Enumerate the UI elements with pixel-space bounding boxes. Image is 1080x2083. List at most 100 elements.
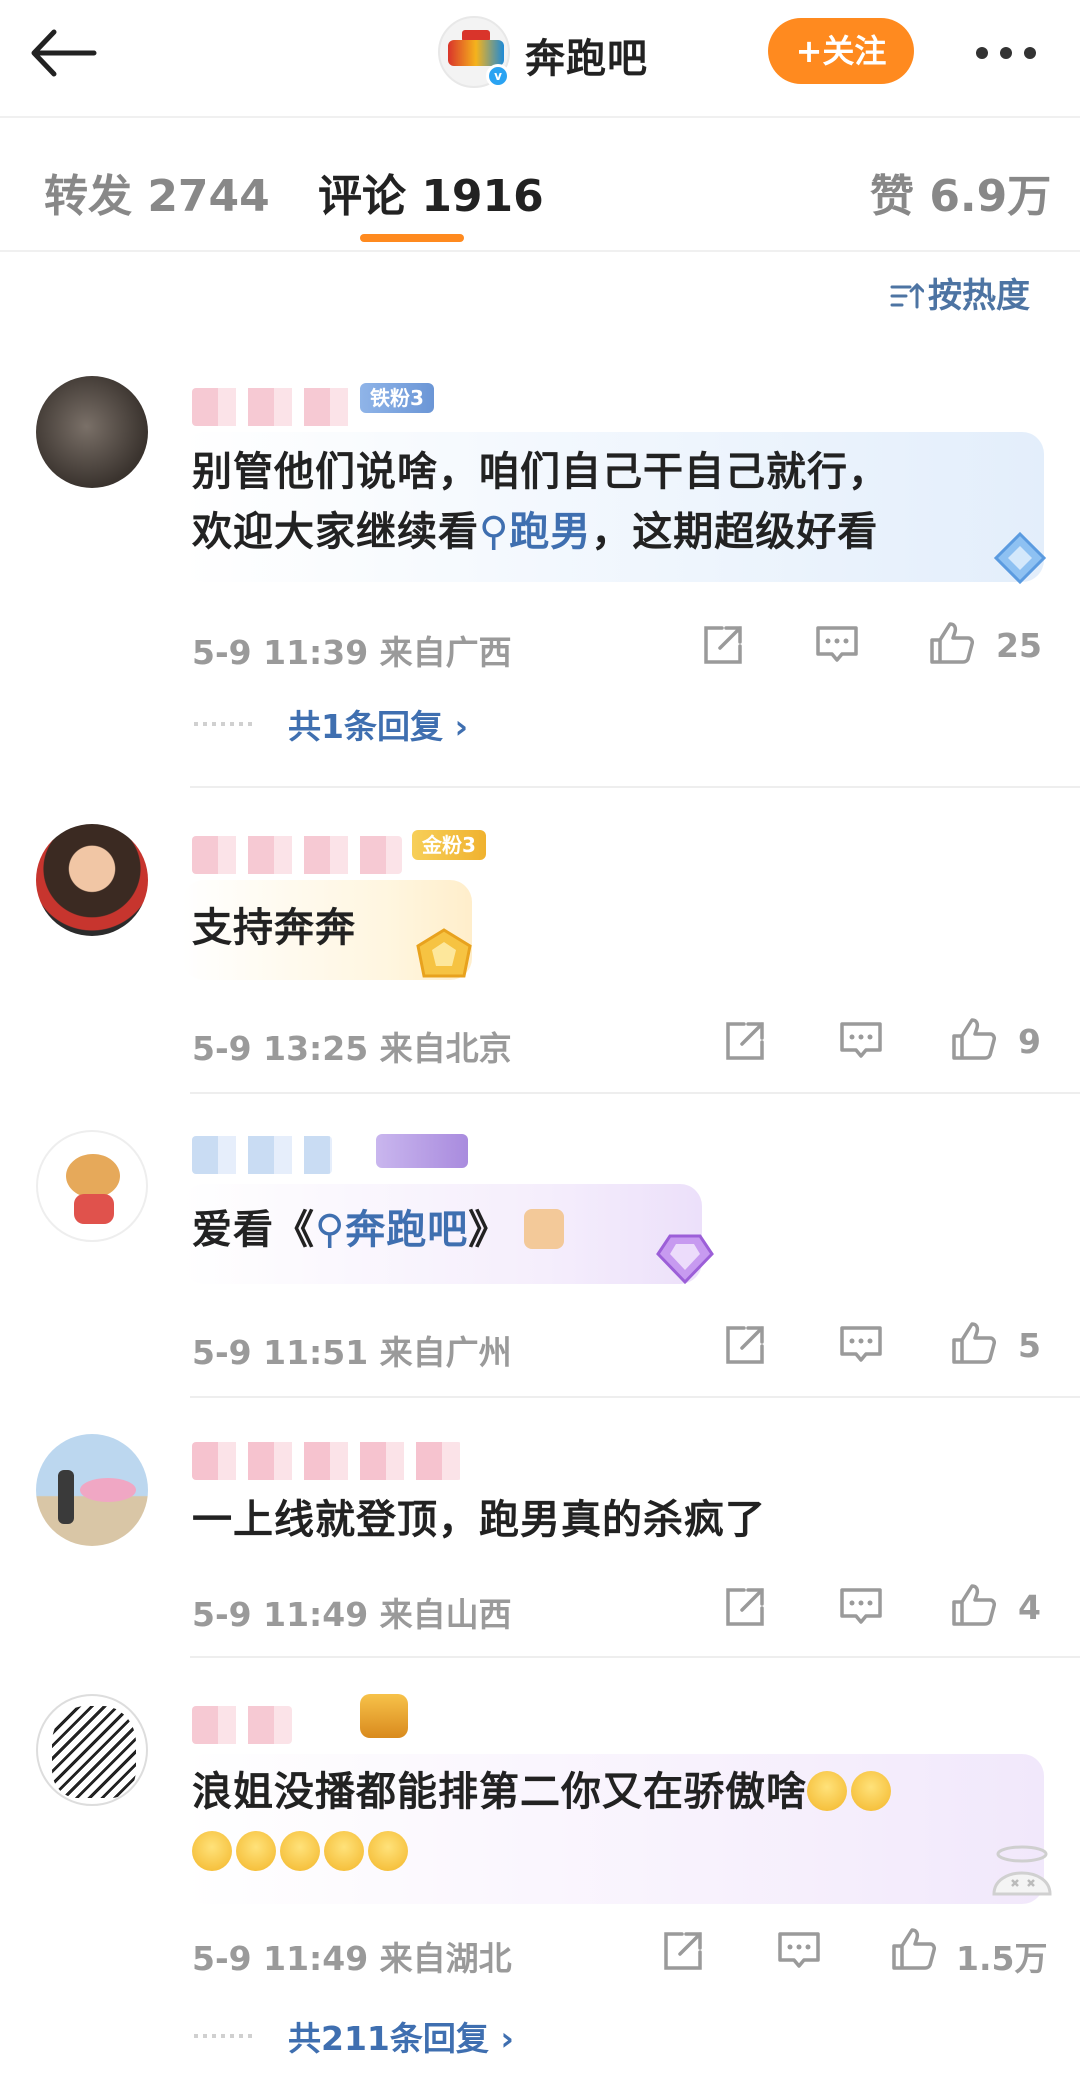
comment-icon[interactable]: [838, 1018, 884, 1064]
comment-separator: [190, 1092, 1080, 1094]
like-count: 9: [1018, 1022, 1041, 1061]
topic-link[interactable]: ⚲跑男: [479, 509, 591, 555]
like-icon[interactable]: [928, 620, 974, 666]
confused-emoji-icon: [807, 1771, 847, 1811]
share-icon[interactable]: [660, 1928, 706, 1974]
view-replies-link[interactable]: 共1条回复 ›: [288, 700, 468, 748]
tab-reposts[interactable]: 转发 2744: [44, 160, 270, 224]
comment-line: 浪姐没播都能排第二你又在骄傲啥: [192, 1762, 895, 1822]
avatar[interactable]: [36, 1694, 148, 1806]
person-figure: [58, 1470, 74, 1524]
comment-text: 爱看《⚲奔跑吧》: [192, 1200, 565, 1260]
share-icon[interactable]: [700, 622, 746, 668]
fan-badge: 金粉3: [412, 830, 486, 860]
like-count: 1.5万: [956, 1939, 1048, 1978]
comment-separator: [190, 1396, 1080, 1398]
comment-icon[interactable]: [776, 1928, 822, 1974]
active-tab-indicator: [360, 234, 464, 242]
like-count: 5: [1018, 1326, 1041, 1365]
timestamp: 5-9 11:49: [192, 1595, 369, 1634]
like-count: 25: [996, 626, 1042, 665]
comment-separator: [190, 1656, 1080, 1658]
crying-emoji-icon: [280, 1831, 320, 1871]
location: 来自广州: [379, 1333, 512, 1372]
diamond-decoration-icon: [993, 531, 1047, 585]
comment-icon[interactable]: [814, 622, 860, 668]
purple-gem-decoration-icon: [656, 1234, 714, 1285]
username[interactable]: [192, 388, 352, 426]
timestamp: 5-9 11:49: [192, 1939, 369, 1978]
username[interactable]: [192, 1706, 292, 1744]
gold-badge-decoration-icon: [416, 928, 472, 978]
comment-text-part: 欢迎大家继续看: [192, 509, 479, 555]
username[interactable]: [192, 1136, 332, 1174]
account-name[interactable]: 奔跑吧: [525, 26, 648, 84]
timestamp: 5-9 11:39: [192, 633, 369, 672]
share-icon[interactable]: [722, 1018, 768, 1064]
like-icon[interactable]: [950, 1016, 996, 1062]
comment-text-part: 浪姐没播都能排第二你又在骄傲啥: [192, 1769, 807, 1815]
reply-dots: [194, 722, 254, 726]
like-icon[interactable]: [950, 1582, 996, 1628]
tab-likes[interactable]: 赞 6.9万: [870, 160, 1051, 224]
sketch-figure: [52, 1706, 136, 1798]
tab-bar: 转发 2744 评论 1916 赞 6.9万: [0, 118, 1080, 248]
timestamp: 5-9 13:25: [192, 1029, 369, 1068]
comment-line: [192, 1822, 895, 1882]
crown-badge-icon: [360, 1694, 408, 1738]
comment-meta: 5-9 13:25 来自北京: [192, 1022, 512, 1070]
comment-icon[interactable]: [838, 1584, 884, 1630]
tab-comments[interactable]: 评论 1916: [318, 160, 544, 224]
comment-meta: 5-9 11:51 来自广州: [192, 1326, 512, 1374]
back-arrow-icon[interactable]: [28, 28, 98, 78]
view-replies-link[interactable]: 共211条回复 ›: [288, 2012, 514, 2060]
location: 来自广西: [379, 633, 512, 672]
timestamp: 5-9 11:51: [192, 1333, 369, 1372]
comment-text-part: ，这期超级好看: [591, 509, 879, 555]
comment-meta: 5-9 11:39 来自广西: [192, 626, 512, 674]
topic-link[interactable]: ⚲奔跑吧: [315, 1207, 468, 1253]
sort-by-heat-button[interactable]: 按热度: [890, 268, 1030, 317]
location: 来自北京: [379, 1029, 512, 1068]
location: 来自湖北: [379, 1939, 512, 1978]
avatar[interactable]: [36, 1434, 148, 1546]
comment-line: 别管他们说啥，咱们自己干自己就行，: [192, 449, 889, 495]
crying-emoji-icon: [236, 1831, 276, 1871]
verified-badge-icon: v: [486, 64, 510, 88]
avatar[interactable]: [36, 376, 148, 488]
username[interactable]: [192, 1442, 462, 1480]
comment-icon[interactable]: [838, 1322, 884, 1368]
avatar[interactable]: [36, 824, 148, 936]
crying-emoji-icon: [324, 1831, 364, 1871]
divider: [0, 250, 1080, 252]
like-icon[interactable]: [890, 1926, 936, 1972]
comment-text: 一上线就登顶，跑男真的杀疯了: [192, 1497, 766, 1543]
fan-badge: 铁粉3: [360, 383, 434, 413]
dolphin-figure: [80, 1478, 136, 1502]
ghost-decoration-icon: [992, 1845, 1052, 1896]
cat-figure: [66, 1154, 120, 1198]
comment-line: 欢迎大家继续看⚲跑男，这期超级好看: [192, 502, 889, 562]
sort-icon: [890, 282, 924, 309]
reply-dots: [194, 2034, 254, 2038]
more-options-icon[interactable]: [976, 44, 1048, 60]
username[interactable]: [192, 836, 402, 874]
crying-emoji-icon: [368, 1831, 408, 1871]
share-icon[interactable]: [722, 1584, 768, 1630]
logo-shape: [448, 40, 504, 66]
confused-emoji-icon: [851, 1771, 891, 1811]
comment-text-part: 》: [468, 1207, 510, 1253]
topic-label: 跑男: [509, 509, 592, 555]
sort-label: 按热度: [928, 276, 1030, 316]
comment-meta: 5-9 11:49 来自湖北: [192, 1932, 512, 1980]
avatar[interactable]: [36, 1130, 148, 1242]
follow-button[interactable]: +关注: [768, 18, 914, 84]
comment-separator: [190, 786, 1080, 788]
username-highlight: [376, 1134, 468, 1168]
share-icon[interactable]: [722, 1322, 768, 1368]
scooter-figure: [74, 1194, 114, 1224]
comment-text-part: 爱看《: [192, 1207, 315, 1253]
comment-text: 支持奔奔: [192, 905, 356, 951]
like-icon[interactable]: [950, 1320, 996, 1366]
topic-label: 奔跑吧: [345, 1207, 469, 1253]
